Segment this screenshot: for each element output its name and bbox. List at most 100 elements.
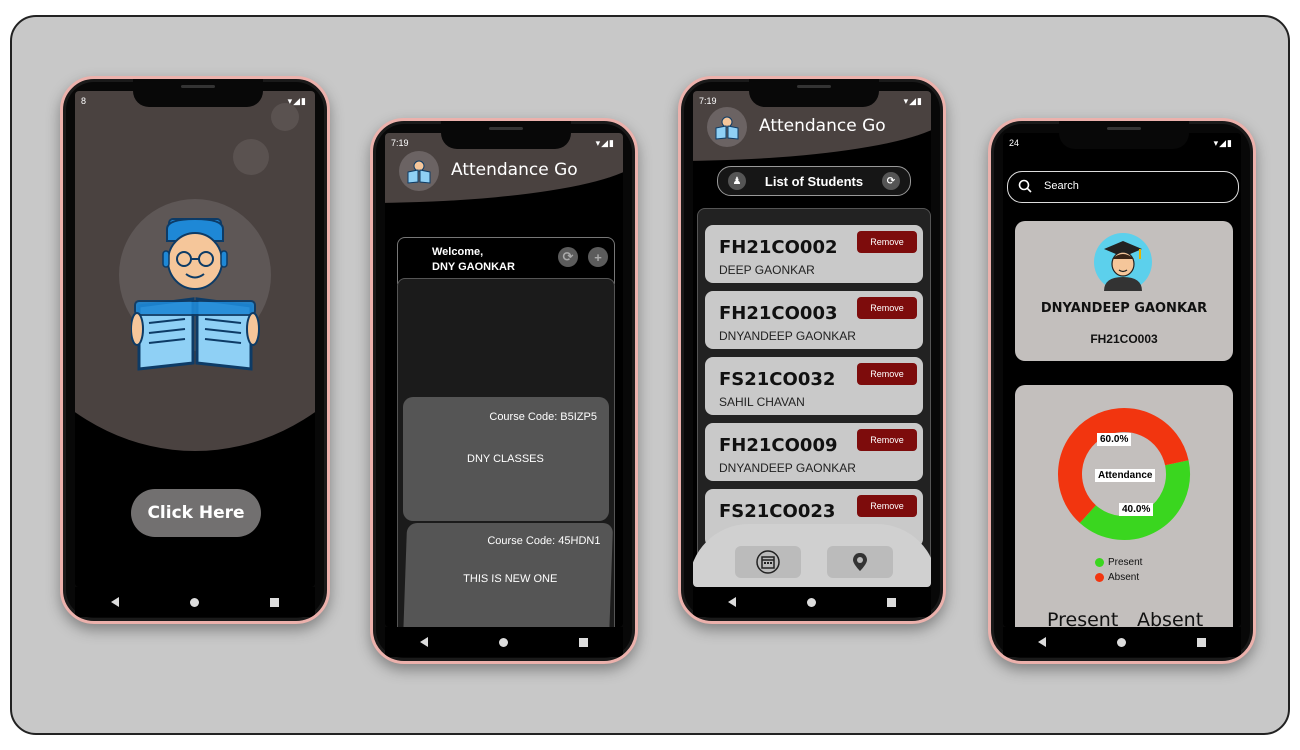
phone-students: 7:19 ▾◢▮ Attendance Go ♟ List of Student… xyxy=(678,76,946,624)
student-icon: ♟ xyxy=(728,172,746,190)
course-name: THIS IS NEW ONE xyxy=(462,573,558,585)
course-code: Course Code: 45HDN1 xyxy=(487,535,601,547)
welcome-screen: 8 ▾◢▮ Click Here xyxy=(75,91,315,587)
click-here-button[interactable]: Click Here xyxy=(131,489,261,537)
signal-icon: ▾◢▮ xyxy=(595,138,615,148)
nav-bar xyxy=(385,627,623,657)
course-code: Course Code: B5IZP5 xyxy=(489,411,597,423)
location-pin-icon xyxy=(853,553,867,571)
legend-dot-absent xyxy=(1095,573,1104,582)
student-card[interactable]: FH21CO009 DNYANDEEP GAONKAR Remove xyxy=(705,423,923,481)
student-id: FH21CO009 xyxy=(719,435,838,456)
book-icon xyxy=(407,160,431,184)
app-title: Attendance Go xyxy=(451,160,578,180)
student-card[interactable]: FS21CO032 SAHIL CHAVAN Remove xyxy=(705,357,923,415)
student-id: FS21CO032 xyxy=(719,369,836,390)
recent-apps-icon[interactable] xyxy=(886,597,896,607)
bottom-sheet xyxy=(693,524,931,587)
phone-notch xyxy=(1059,121,1189,149)
back-icon[interactable] xyxy=(728,597,737,607)
welcome-user: DNY GAONKAR xyxy=(432,261,515,273)
decor-dot xyxy=(233,139,269,175)
students-header: ♟ List of Students ⟳ xyxy=(717,166,911,196)
student-name: DNYANDEEP GAONKAR xyxy=(719,461,856,475)
student-detail-screen: 24 ▾◢▮ Search DNYANDEEP GAONKAR FH21CO00… xyxy=(1003,133,1241,627)
welcome-greeting: Welcome, xyxy=(432,246,484,258)
remove-button[interactable]: Remove xyxy=(857,363,917,385)
legend-dot-present xyxy=(1095,558,1104,567)
book-icon xyxy=(715,116,739,140)
reading-student-icon xyxy=(131,217,260,371)
home-icon[interactable] xyxy=(806,597,816,607)
phone-welcome: 8 ▾◢▮ Click Here xyxy=(60,76,330,624)
legend-absent: Absent xyxy=(1095,572,1139,583)
student-id: FS21CO023 xyxy=(719,501,836,522)
profile-name: DNYANDEEP GAONKAR xyxy=(1040,301,1208,316)
courses-screen: 7:19 ▾◢▮ Attendance Go Welcome, DNY GAON… xyxy=(385,133,623,627)
app-logo xyxy=(707,107,747,147)
welcome-text: Welcome, DNY GAONKAR xyxy=(432,245,515,275)
status-time: 7:19 xyxy=(699,96,717,106)
student-id: FH21CO003 xyxy=(719,303,838,324)
student-name: SAHIL CHAVAN xyxy=(719,395,805,409)
attendance-chart-card: 60.0% Attendance 40.0% Present Absent xyxy=(1015,385,1233,627)
nav-bar xyxy=(1003,627,1241,657)
home-icon[interactable] xyxy=(189,597,199,607)
app-logo xyxy=(399,151,439,191)
recent-apps-icon[interactable] xyxy=(1196,637,1206,647)
chart-title: Attendance xyxy=(1095,469,1156,482)
add-icon[interactable]: + xyxy=(588,247,608,267)
graduate-icon xyxy=(1104,241,1142,291)
student-card[interactable]: FH21CO002 DEEP GAONKAR Remove xyxy=(705,225,923,283)
remove-button[interactable]: Remove xyxy=(857,429,917,451)
phone-notch xyxy=(749,79,879,107)
student-name: DEEP GAONKAR xyxy=(719,263,815,277)
signal-icon: ▾◢▮ xyxy=(1213,138,1233,148)
calendar-icon xyxy=(756,550,780,574)
refresh-icon[interactable]: ⟳ xyxy=(558,247,578,267)
legend-label-present: Present xyxy=(1108,557,1143,568)
calendar-button[interactable] xyxy=(735,546,801,578)
profile-card: DNYANDEEP GAONKAR FH21CO003 xyxy=(1015,221,1233,361)
phone-student-detail: 24 ▾◢▮ Search DNYANDEEP GAONKAR FH21CO00… xyxy=(988,118,1256,664)
welcome-card: Welcome, DNY GAONKAR ⟳ + xyxy=(397,237,615,284)
student-name: DNYANDEEP GAONKAR xyxy=(719,329,856,343)
status-time: 8 xyxy=(81,96,87,106)
chart-label-absent: 60.0% xyxy=(1097,433,1132,446)
phone-courses: 7:19 ▾◢▮ Attendance Go Welcome, DNY GAON… xyxy=(370,118,638,664)
absent-label: Absent xyxy=(1137,609,1204,627)
students-screen: 7:19 ▾◢▮ Attendance Go ♟ List of Student… xyxy=(693,91,931,587)
back-icon[interactable] xyxy=(110,597,119,607)
signal-icon: ▾◢▮ xyxy=(903,96,923,106)
chart-label-present: 40.0% xyxy=(1119,503,1154,516)
search-input[interactable]: Search xyxy=(1007,171,1239,203)
home-icon[interactable] xyxy=(498,637,508,647)
remove-button[interactable]: Remove xyxy=(857,297,917,319)
nav-bar xyxy=(693,587,931,617)
signal-icon: ▾◢▮ xyxy=(287,96,307,106)
status-time: 7:19 xyxy=(391,138,409,148)
recent-apps-icon[interactable] xyxy=(578,637,588,647)
avatar xyxy=(1094,233,1152,291)
student-card[interactable]: FH21CO003 DNYANDEEP GAONKAR Remove xyxy=(705,291,923,349)
course-card[interactable]: Course Code: 45HDN1 THIS IS NEW ONE xyxy=(402,523,614,627)
back-icon[interactable] xyxy=(420,637,429,647)
present-label: Present xyxy=(1047,609,1119,627)
legend-present: Present xyxy=(1095,557,1142,568)
location-button[interactable] xyxy=(827,546,893,578)
back-icon[interactable] xyxy=(1038,637,1047,647)
remove-button[interactable]: Remove xyxy=(857,231,917,253)
home-icon[interactable] xyxy=(1116,637,1126,647)
course-name: DNY CLASSES xyxy=(467,453,544,465)
phone-notch xyxy=(133,79,263,107)
app-title: Attendance Go xyxy=(759,116,886,136)
course-card[interactable]: Course Code: B5IZP5 DNY CLASSES xyxy=(403,397,609,521)
students-title: List of Students xyxy=(764,173,864,189)
nav-bar xyxy=(75,587,315,617)
legend-label-absent: Absent xyxy=(1108,572,1140,583)
remove-button[interactable]: Remove xyxy=(857,495,917,517)
refresh-icon[interactable]: ⟳ xyxy=(882,172,900,190)
phone-notch xyxy=(441,121,571,149)
search-icon xyxy=(1018,179,1032,193)
recent-apps-icon[interactable] xyxy=(270,597,280,607)
